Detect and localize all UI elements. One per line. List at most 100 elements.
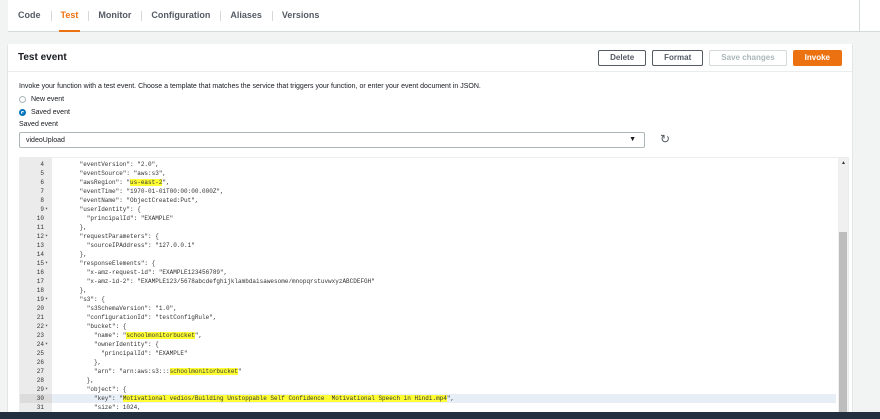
line-number: 20 (36, 305, 44, 312)
highlighted-text: schoolmonitorbucket (169, 368, 239, 375)
tab-aliases[interactable]: Aliases (220, 0, 272, 31)
line-number: 14 (36, 251, 44, 258)
line-number: 23 (36, 332, 44, 339)
fold-arrow-icon[interactable]: ▾ (45, 232, 48, 241)
fold-arrow-icon[interactable]: ▾ (45, 205, 48, 214)
delete-button[interactable]: Delete (598, 49, 647, 66)
code-line[interactable]: 22 ▾ "bucket": { (20, 322, 836, 331)
code-line[interactable]: 25 "principalId": "EXAMPLE" (20, 349, 836, 358)
code-line[interactable]: 29 ▾ "object": { (20, 385, 836, 394)
bottom-bar (0, 412, 880, 419)
code-segment: "eventTime": "1970-01-01T00:00:00.000Z", (58, 188, 224, 195)
code-text: "x-amz-id-2": "EXAMPLE123/5678abcdefghij… (58, 277, 375, 286)
tab-monitor[interactable]: Monitor (88, 0, 141, 31)
fold-arrow-icon[interactable]: ▾ (45, 340, 48, 349)
code-line[interactable]: 12 ▾ "requestParameters": { (20, 232, 836, 241)
code-line[interactable]: 19 ▾ "s3": { (20, 295, 836, 304)
code-text: "bucket": { (58, 322, 127, 331)
code-segment: ", (194, 332, 203, 339)
highlighted-text: schoolmonitorbucket (126, 332, 195, 339)
code-line[interactable]: 24 ▾ "ownerIdentity": { (20, 340, 836, 349)
code-line[interactable]: 8 "eventName": "ObjectCreated:Put", (20, 196, 836, 205)
code-line[interactable]: 18 }, (20, 286, 836, 295)
code-text: }, (58, 358, 101, 367)
tab-test[interactable]: Test (50, 0, 89, 32)
code-line[interactable]: 16 "x-amz-request-id": "EXAMPLE123456789… (20, 268, 836, 277)
new-event-radio[interactable] (19, 96, 26, 103)
code-text: "userIdentity": { (58, 205, 141, 214)
line-number: 30 (20, 394, 52, 403)
saved-event-radio-row[interactable]: Saved event (19, 109, 70, 116)
code-line[interactable]: 14 }, (20, 250, 836, 259)
code-segment: "s3": { (58, 296, 105, 303)
new-event-radio-row[interactable]: New event (19, 96, 64, 103)
code-line[interactable]: 7 "eventTime": "1970-01-01T00:00:00.000Z… (20, 187, 836, 196)
line-number: 11 (36, 224, 44, 231)
caret-down-icon: ▼ (629, 136, 636, 143)
code-line[interactable]: 17 "x-amz-id-2": "EXAMPLE123/5678abcdefg… (20, 277, 836, 286)
code-text: "sourceIPAddress": "127.0.0.1" (58, 241, 195, 250)
scroll-thumb[interactable] (839, 232, 847, 418)
select-value: videoUpload (26, 136, 65, 144)
code-line[interactable]: 27 "arn": "arn:aws:s3:::schoolmonitorbuc… (20, 367, 836, 376)
save-changes-button[interactable]: Save changes (709, 49, 787, 66)
tab-configuration[interactable]: Configuration (141, 0, 220, 31)
code-text: "eventSource": "aws:s3", (58, 169, 166, 178)
fold-arrow-icon[interactable]: ▾ (45, 322, 48, 331)
new-event-label: New event (31, 96, 65, 103)
fold-arrow-icon[interactable]: ▾ (45, 259, 48, 268)
code-line[interactable]: 11 }, (20, 223, 836, 232)
code-line[interactable]: 9 ▾ "userIdentity": { (20, 205, 836, 214)
code-line[interactable]: 13 "sourceIPAddress": "127.0.0.1" (20, 241, 836, 250)
code-segment: "size": 1024, (58, 404, 141, 411)
panel-title: Test event (18, 52, 67, 63)
code-text: "responseElements": { (58, 259, 156, 268)
tab-label: Aliases (230, 10, 262, 20)
code-line[interactable]: 30 "key": "Motivational vedios/Building … (20, 394, 836, 403)
code-segment: "sourceIPAddress": "127.0.0.1" (58, 242, 195, 249)
code-line[interactable]: 28 }, (20, 376, 836, 385)
code-segment: " (238, 368, 242, 375)
line-number: 5 (40, 170, 44, 177)
code-segment: "userIdentity": { (58, 206, 141, 213)
code-text: "s3SchemaVersion": "1.0", (58, 304, 177, 313)
tab-code[interactable]: Code (8, 0, 51, 31)
code-line[interactable]: 21 "configurationId": "testConfigRule", (20, 313, 836, 322)
code-line[interactable]: 5 "eventSource": "aws:s3", (20, 169, 836, 178)
highlighted-text: Motivational vedios/Building Unstoppable… (122, 395, 447, 402)
code-line[interactable]: 31 "size": 1024, (20, 403, 836, 412)
code-segment: "key": " (58, 395, 123, 402)
code-line[interactable]: 15 ▾ "responseElements": { (20, 259, 836, 268)
saved-event-radio[interactable] (19, 109, 26, 116)
json-editor[interactable]: 4 "eventVersion": "2.0", 5 "eventSource":… (19, 157, 849, 419)
format-button[interactable]: Format (652, 49, 704, 66)
tab-versions[interactable]: Versions (271, 0, 330, 31)
description-text: Invoke your function with a test event. … (19, 83, 481, 90)
code-text: "principalId": "EXAMPLE" (58, 214, 173, 223)
code-line[interactable]: 23 "name": "schoolmonitorbucket", (20, 331, 836, 340)
saved-event-select[interactable]: videoUpload ▼ (19, 132, 645, 148)
editor-scrollbar[interactable]: ▲ (838, 158, 848, 418)
line-number: 13 (36, 242, 44, 249)
line-number: 4 (40, 161, 44, 168)
saved-event-label: Saved event (31, 109, 70, 116)
code-line[interactable]: 10 "principalId": "EXAMPLE" (20, 214, 836, 223)
code-text: "name": "schoolmonitorbucket", (58, 331, 202, 340)
code-segment: }, (58, 251, 87, 258)
code-line[interactable]: 26 }, (20, 358, 836, 367)
scroll-up-icon[interactable]: ▲ (841, 160, 846, 166)
invoke-button[interactable]: Invoke (792, 49, 842, 66)
code-text: "size": 1024, (58, 403, 141, 412)
code-line[interactable]: 20 "s3SchemaVersion": "1.0", (20, 304, 836, 313)
code-segment: "x-amz-request-id": "EXAMPLE123456789", (58, 269, 228, 276)
code-text: "object": { (58, 385, 127, 394)
code-text: }, (58, 376, 94, 385)
fold-arrow-icon[interactable]: ▾ (45, 295, 48, 304)
line-number: 6 (40, 179, 44, 186)
code-line[interactable]: 6 "awsRegion": "us-east-2", (20, 178, 836, 187)
refresh-icon[interactable]: ↻ (658, 132, 672, 146)
code-line[interactable]: 4 "eventVersion": "2.0", (20, 160, 836, 169)
code-text: "eventVersion": "2.0", (58, 160, 159, 169)
line-number: 10 (36, 215, 44, 222)
fold-arrow-icon[interactable]: ▾ (45, 385, 48, 394)
